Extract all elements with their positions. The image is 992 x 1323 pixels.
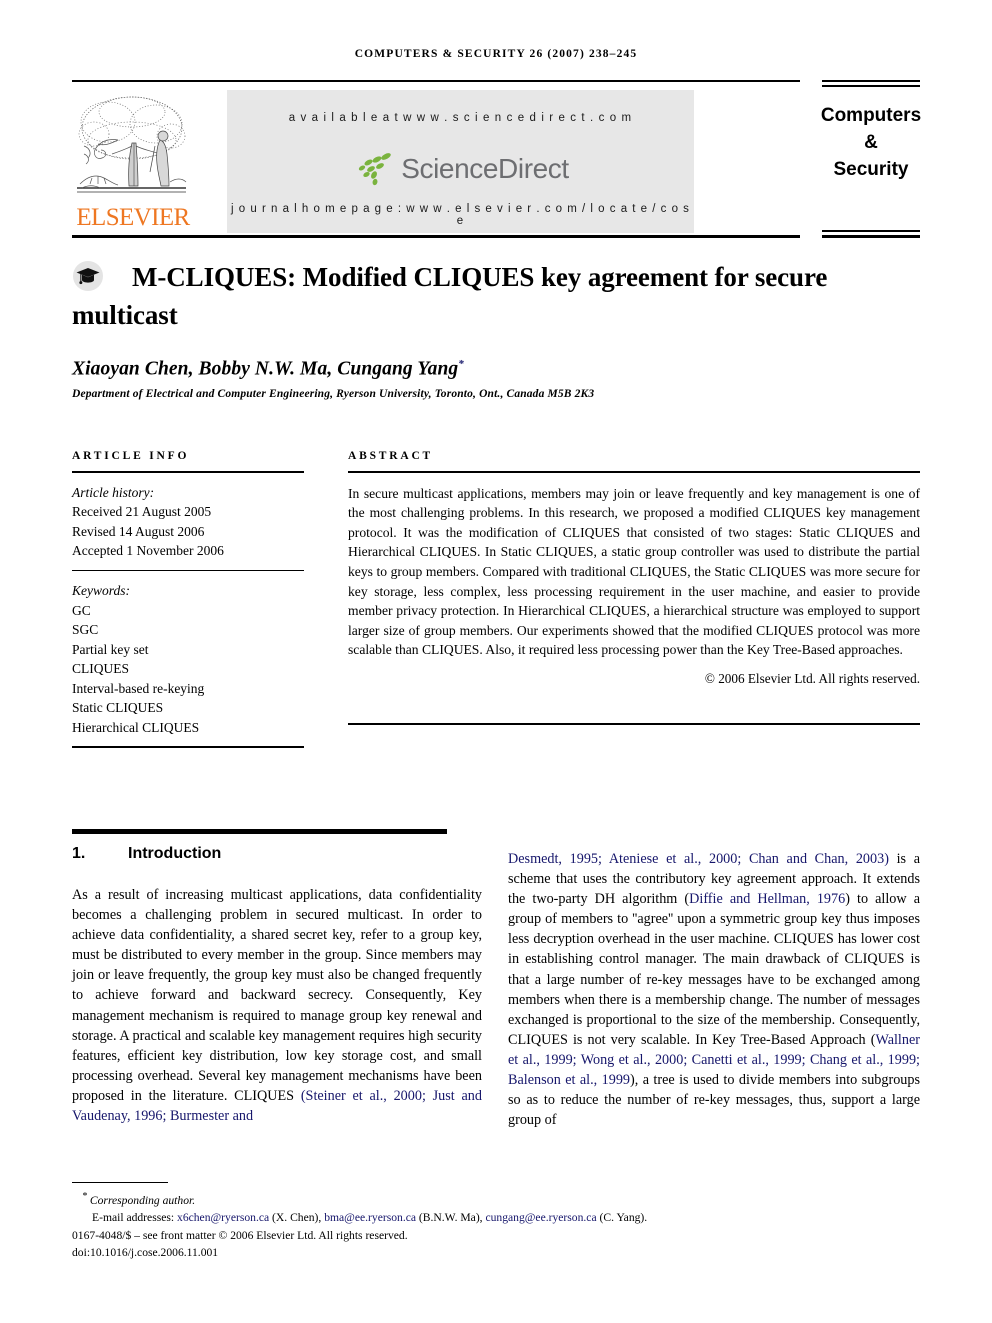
keywords-list: Keywords: GC SGC Partial key set CLIQUES… (72, 581, 304, 737)
sciencedirect-leaves-icon (359, 153, 391, 186)
body-column-right: Desmedt, 1995; Ateniese et al., 2000; Ch… (508, 849, 920, 1130)
masthead-top-rule-left (72, 80, 800, 82)
abstract-column: ABSTRACT In secure multicast application… (348, 450, 920, 725)
corresponding-author-text: Corresponding author. (89, 1193, 196, 1207)
journal-title-line-2: & (864, 132, 878, 153)
keyword-item: SGC (72, 622, 99, 638)
email-link[interactable]: cungang@ee.ryerson.ca (485, 1211, 596, 1224)
author-names: Xiaoyan Chen, Bobby N.W. Ma, Cungang Yan… (72, 358, 459, 380)
email-owner: (C. Yang). (599, 1211, 648, 1225)
keyword-item: GC (72, 602, 91, 618)
issn-copyright-line: 0167-4048/$ – see front matter © 2006 El… (72, 1228, 408, 1242)
doi-line: doi:10.1016/j.cose.2006.11.001 (72, 1246, 219, 1260)
body-paragraph: As a result of increasing multicast appl… (72, 885, 482, 1126)
email-addresses-line: E-mail addresses: x6chen@ryerson.ca (X. … (72, 1209, 920, 1227)
masthead-bottom-rule-left (72, 235, 800, 238)
journal-title: Computers & Security (812, 102, 930, 183)
footnote-rule (72, 1182, 168, 1184)
article-history: Article history: Received 21 August 2005… (72, 483, 304, 561)
abstract-heading: ABSTRACT (348, 450, 434, 462)
abstract-copyright: © 2006 Elsevier Ltd. All rights reserved… (704, 670, 920, 686)
journal-masthead: ELSEVIER a v a i l a b l e a t w w w . s… (72, 80, 921, 240)
masthead-top-rule-right-upper (822, 80, 920, 82)
journal-title-line-3: Security (833, 159, 909, 180)
sciencedirect-logo: ScienceDirect (227, 145, 694, 193)
article-info-column: ARTICLE INFO Article history: Received 2… (72, 450, 304, 748)
citation-link[interactable]: Desmedt, 1995; Ateniese et al., 2000; Ch… (508, 851, 889, 867)
elsevier-tree-logo-icon (77, 96, 187, 193)
paper-page: Computers & Security 26 (2007) 238–245 (0, 0, 992, 1323)
journal-homepage-text: j o u r n a l h o m e p a g e : w w w . … (231, 203, 690, 227)
article-history-received: Received 21 August 2005 (72, 504, 212, 520)
body-column-left: As a result of increasing multicast appl… (72, 885, 482, 1126)
available-at-text: a v a i l a b l e a t w w w . s c i e n … (288, 112, 633, 124)
email-owner: (B.N.W. Ma), (418, 1211, 483, 1225)
section-number: 1. (72, 845, 86, 862)
abstract-rule-top (348, 471, 920, 473)
article-info-rule-middle (72, 569, 304, 572)
body-text-run: ) to allow a group of members to ''agree… (508, 891, 920, 1048)
email-link[interactable]: bma@ee.ryerson.ca (324, 1211, 416, 1224)
sciencedirect-wordmark: ScienceDirect (401, 153, 569, 184)
running-head: Computers & Security 26 (2007) 238–245 (354, 48, 638, 60)
masthead-bottom-rule-right-upper (822, 230, 920, 232)
body-text-run: As a result of increasing multicast appl… (72, 887, 482, 1104)
article-history-revised: Revised 14 August 2006 (72, 523, 205, 539)
journal-title-line-1: Computers (820, 105, 922, 126)
email-owner: (X. Chen), (272, 1211, 322, 1225)
author-footnote-marker: * (458, 358, 464, 370)
article-info-heading: ARTICLE INFO (72, 450, 190, 462)
article-history-label: Article history: (72, 484, 155, 500)
section-title: Introduction (128, 845, 222, 862)
masthead-top-rule-right-lower (822, 85, 920, 87)
email-label: E-mail addresses: (92, 1211, 175, 1225)
elsevier-logo: ELSEVIER (74, 88, 192, 233)
title-block: M-CLIQUES: Modified CLIQUES key agreemen… (72, 258, 920, 334)
corresponding-author-note: * Corresponding author. (72, 1188, 920, 1209)
section-heading: 1. Introduction (72, 845, 482, 863)
keyword-item: CLIQUES (72, 661, 129, 677)
article-history-accepted: Accepted 1 November 2006 (72, 543, 224, 559)
page-title: M-CLIQUES: Modified CLIQUES key agreemen… (72, 262, 828, 330)
corresponding-marker: * (82, 1191, 87, 1202)
keyword-item: Partial key set (72, 641, 149, 657)
article-info-rule-bottom (72, 746, 304, 748)
keywords-label: Keywords: (72, 583, 130, 599)
elsevier-wordmark: ELSEVIER (76, 204, 190, 231)
sciencedirect-panel: a v a i l a b l e a t w w w . s c i e n … (227, 90, 694, 233)
citation-link[interactable]: Diffie and Hellman, 1976 (689, 891, 845, 907)
author-list: Xiaoyan Chen, Bobby N.W. Ma, Cungang Yan… (72, 358, 920, 381)
graduation-cap-icon (73, 261, 103, 291)
section-rule (72, 829, 447, 834)
abstract-rule-bottom (348, 722, 920, 725)
body-paragraph: Desmedt, 1995; Ateniese et al., 2000; Ch… (508, 849, 920, 1130)
keyword-item: Static CLIQUES (72, 700, 164, 716)
abstract-text: In secure multicast applications, member… (348, 485, 920, 658)
article-info-rule-top (72, 471, 304, 473)
masthead-bottom-rule-right-lower (822, 235, 920, 238)
keyword-item: Interval-based re-keying (72, 680, 205, 696)
email-link[interactable]: x6chen@ryerson.ca (177, 1211, 269, 1224)
keyword-item: Hierarchical CLIQUES (72, 719, 200, 735)
affiliation: Department of Electrical and Computer En… (72, 388, 595, 400)
page-footer: * Corresponding author. E-mail addresses… (72, 1188, 920, 1262)
